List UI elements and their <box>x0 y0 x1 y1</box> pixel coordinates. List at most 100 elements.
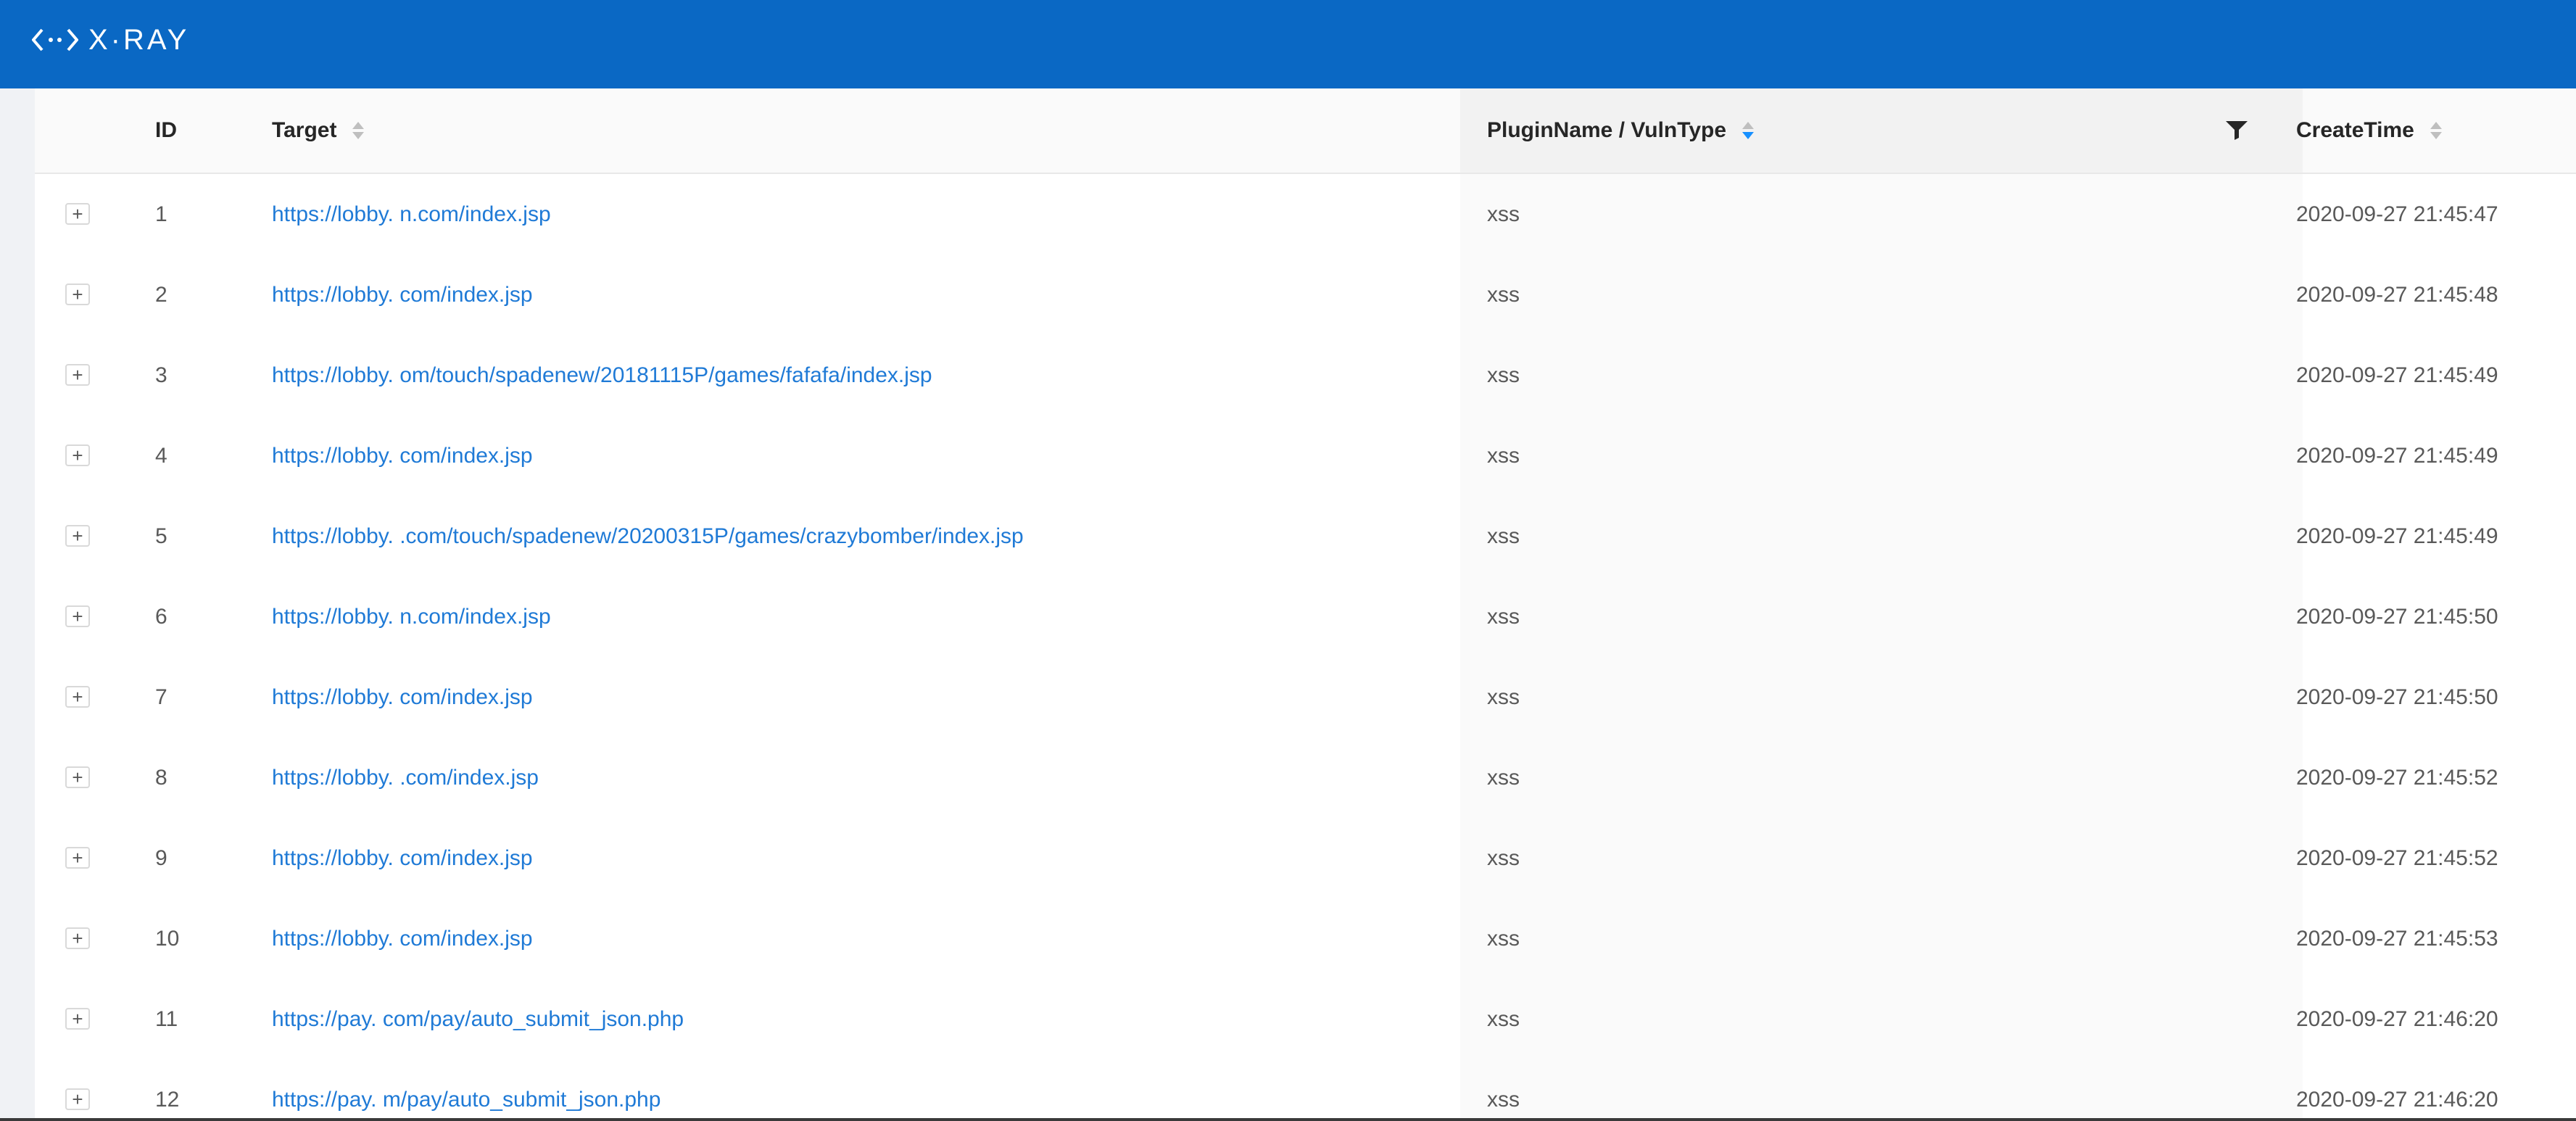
table-row: +9 https://lobby. com/index.jsp xss 2020-09… <box>35 818 2576 900</box>
column-header-label: PluginName / VulnType <box>1487 118 1727 142</box>
cell-id: 4 <box>155 443 167 468</box>
sorted-column-bg <box>1460 174 2303 255</box>
table-row: +1 https://lobby. n.com/index.jsp xss 2020-… <box>35 174 2576 256</box>
cell-plugin: xss <box>1487 443 1520 468</box>
cell-create-time: 2020-09-27 21:46:20 <box>2296 1006 2498 1031</box>
cell-target-link[interactable]: https://lobby. .com/index.jsp <box>272 737 539 818</box>
table-header: ID Target PluginName / VulnType CreateTi… <box>35 88 2576 174</box>
cell-create-time: 2020-09-27 21:45:49 <box>2296 443 2498 468</box>
expand-row-button[interactable]: + <box>65 203 90 225</box>
table-row: +5 https://lobby. .com/touch/spadenew/202… <box>35 496 2576 578</box>
cell-target-link[interactable]: https://lobby. com/index.jsp <box>272 898 533 979</box>
cell-id: 12 <box>155 1087 180 1112</box>
column-header-plugin[interactable]: PluginName / VulnType <box>1487 88 1755 173</box>
cell-plugin: xss <box>1487 363 1520 387</box>
sorted-column-bg <box>1460 255 2303 335</box>
table-row: +6 https://lobby. n.com/index.jsp xss 2020-… <box>35 576 2576 658</box>
cell-id: 11 <box>155 1006 178 1031</box>
cell-target-link[interactable]: https://pay. m/pay/auto_submit_json.php <box>272 1059 660 1118</box>
xray-logo-icon <box>32 28 78 51</box>
cell-create-time: 2020-09-27 21:45:52 <box>2296 765 2498 790</box>
cell-plugin: xss <box>1487 684 1520 709</box>
cell-id: 1 <box>155 202 167 226</box>
cell-create-time: 2020-09-27 21:45:47 <box>2296 202 2498 226</box>
cell-id: 8 <box>155 765 167 790</box>
window-bottom-edge <box>0 1118 2576 1121</box>
cell-plugin: xss <box>1487 604 1520 629</box>
table-row: +8 https://lobby. .com/index.jsp xss 2020-0… <box>35 737 2576 819</box>
table-row: +3 https://lobby. om/touch/spadenew/20181… <box>35 335 2576 417</box>
column-header-id: ID <box>155 88 177 173</box>
cell-create-time: 2020-09-27 21:45:53 <box>2296 926 2498 951</box>
table-row: +2 https://lobby. com/index.jsp xss 2020-09… <box>35 255 2576 336</box>
expand-row-button[interactable]: + <box>65 444 90 466</box>
sorted-column-bg <box>1460 415 2303 496</box>
expand-row-button[interactable]: + <box>65 766 90 788</box>
cell-create-time: 2020-09-27 21:45:50 <box>2296 604 2498 629</box>
cell-create-time: 2020-09-27 21:45:50 <box>2296 684 2498 709</box>
cell-create-time: 2020-09-27 21:46:20 <box>2296 1087 2498 1112</box>
column-header-create-time[interactable]: CreateTime <box>2296 88 2442 173</box>
sorted-column-bg <box>1460 818 2303 898</box>
cell-target-link[interactable]: https://pay. com/pay/auto_submit_json.ph… <box>272 979 684 1059</box>
cell-plugin: xss <box>1487 1087 1520 1112</box>
column-header-label: ID <box>155 118 177 142</box>
cell-create-time: 2020-09-27 21:45:49 <box>2296 363 2498 387</box>
cell-target-link[interactable]: https://lobby. com/index.jsp <box>272 657 533 737</box>
cell-plugin: xss <box>1487 202 1520 226</box>
sorted-column-bg <box>1460 1059 2303 1118</box>
expand-row-button[interactable]: + <box>65 284 90 305</box>
cell-target-link[interactable]: https://lobby. om/touch/spadenew/2018111… <box>272 335 932 415</box>
app-logo[interactable]: X·RAY <box>32 22 189 58</box>
table-row: +4 https://lobby. com/index.jsp xss 2020-09… <box>35 415 2576 497</box>
table-row: +10 https://lobby. com/index.jsp xss 2020-0… <box>35 898 2576 980</box>
cell-create-time: 2020-09-27 21:45:48 <box>2296 282 2498 307</box>
sorted-column-bg <box>1460 898 2303 979</box>
expand-row-button[interactable]: + <box>65 525 90 547</box>
expand-row-button[interactable]: + <box>65 1008 90 1030</box>
cell-plugin: xss <box>1487 1006 1520 1031</box>
sort-icon[interactable] <box>1742 120 1755 141</box>
sorted-column-bg <box>1460 335 2303 415</box>
cell-target-link[interactable]: https://lobby. n.com/index.jsp <box>272 576 551 657</box>
sidebar-strip <box>0 88 35 1121</box>
expand-row-button[interactable]: + <box>65 364 90 386</box>
cell-create-time: 2020-09-27 21:45:49 <box>2296 524 2498 548</box>
cell-target-link[interactable]: https://lobby. n.com/index.jsp <box>272 174 551 255</box>
cell-id: 3 <box>155 363 167 387</box>
top-navigation-bar: X·RAY <box>0 0 2576 88</box>
cell-id: 7 <box>155 684 167 709</box>
sorted-column-bg <box>1460 657 2303 737</box>
sorted-column-bg <box>1460 496 2303 576</box>
column-header-label: Target <box>272 118 337 142</box>
expand-row-button[interactable]: + <box>65 927 90 949</box>
vuln-table: ID Target PluginName / VulnType CreateTi… <box>35 88 2576 1118</box>
expand-row-button[interactable]: + <box>65 686 90 708</box>
cell-plugin: xss <box>1487 926 1520 951</box>
sorted-column-bg <box>1460 576 2303 657</box>
cell-id: 5 <box>155 524 167 548</box>
column-header-target[interactable]: Target <box>272 88 365 173</box>
expand-row-button[interactable]: + <box>65 1088 90 1110</box>
column-header-label: CreateTime <box>2296 118 2414 142</box>
sort-icon[interactable] <box>2430 120 2442 141</box>
expand-row-button[interactable]: + <box>65 847 90 869</box>
cell-id: 6 <box>155 604 167 629</box>
cell-target-link[interactable]: https://lobby. .com/touch/spadenew/20200… <box>272 496 1024 576</box>
expand-row-button[interactable]: + <box>65 605 90 627</box>
cell-plugin: xss <box>1487 765 1520 790</box>
sort-icon[interactable] <box>352 120 365 141</box>
cell-plugin: xss <box>1487 282 1520 307</box>
cell-target-link[interactable]: https://lobby. com/index.jsp <box>272 818 533 898</box>
cell-id: 2 <box>155 282 167 307</box>
cell-target-link[interactable]: https://lobby. com/index.jsp <box>272 255 533 335</box>
filter-icon[interactable] <box>2224 119 2249 141</box>
cell-plugin: xss <box>1487 524 1520 548</box>
cell-id: 10 <box>155 926 180 951</box>
sorted-column-bg <box>1460 979 2303 1059</box>
logo-text: X·RAY <box>88 23 190 56</box>
cell-target-link[interactable]: https://lobby. com/index.jsp <box>272 415 533 496</box>
table-row: +7 https://lobby. com/index.jsp xss 2020-09… <box>35 657 2576 739</box>
sorted-column-bg <box>1460 737 2303 818</box>
table-row: +12 https://pay. m/pay/auto_submit_json.p… <box>35 1059 2576 1118</box>
